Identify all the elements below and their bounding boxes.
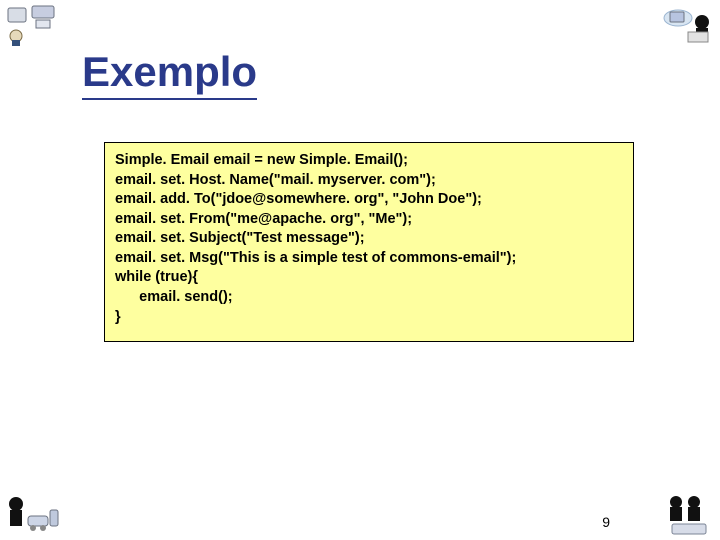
code-line: } bbox=[115, 308, 623, 328]
page-number: 9 bbox=[602, 514, 610, 530]
code-line: email. set. Msg("This is a simple test o… bbox=[115, 249, 623, 269]
slide-title: Exemplo bbox=[82, 48, 257, 100]
code-line: while (true){ bbox=[115, 268, 623, 288]
code-line: email. send(); bbox=[115, 288, 623, 308]
code-example-box: Simple. Email email = new Simple. Email(… bbox=[104, 142, 634, 342]
clipart-bottom-left bbox=[2, 490, 62, 538]
code-line: email. add. To("jdoe@somewhere. org", "J… bbox=[115, 190, 623, 210]
code-line: Simple. Email email = new Simple. Email(… bbox=[115, 151, 623, 171]
clipart-top-right bbox=[658, 2, 718, 50]
code-line: email. set. From("me@apache. org", "Me")… bbox=[115, 210, 623, 230]
clipart-bottom-right bbox=[658, 490, 718, 538]
code-line: email. set. Subject("Test message"); bbox=[115, 229, 623, 249]
clipart-top-left bbox=[2, 2, 62, 50]
code-line: email. set. Host. Name("mail. myserver. … bbox=[115, 171, 623, 191]
